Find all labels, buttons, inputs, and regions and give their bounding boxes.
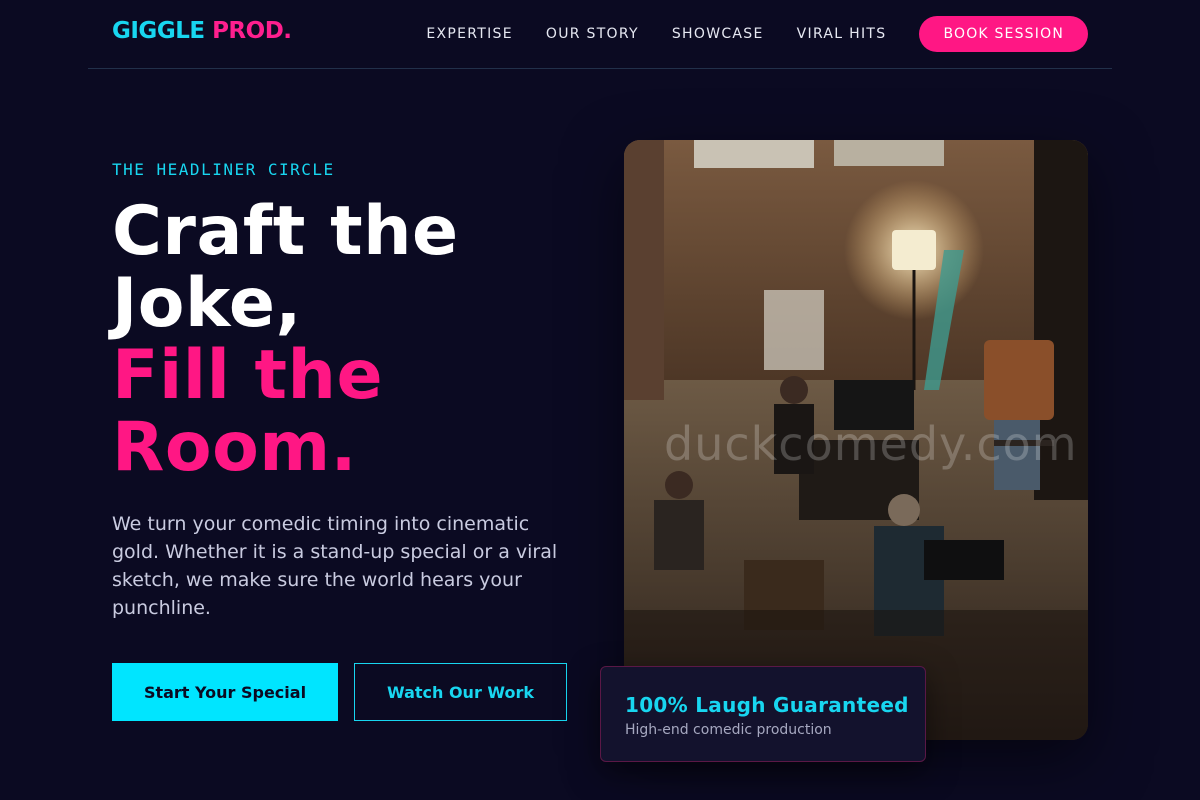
- start-your-special-button[interactable]: Start Your Special: [112, 663, 338, 721]
- film-set-illustration: duckcomedy.com: [624, 140, 1088, 740]
- nav-link-showcase[interactable]: SHOWCASE: [672, 17, 764, 51]
- nav-link-expertise[interactable]: EXPERTISE: [426, 17, 513, 51]
- hero-headline: Craft the Joke, Fill the Room.: [112, 196, 459, 484]
- image-watermark: duckcomedy.com: [664, 417, 1078, 471]
- hero-photo-film-set: duckcomedy.com: [624, 140, 1088, 740]
- nav-link-our-story[interactable]: OUR STORY: [546, 17, 639, 51]
- headline-line-3: Fill the: [112, 336, 384, 415]
- brand-name-part1: GIGGLE: [112, 18, 205, 44]
- book-session-button[interactable]: BOOK SESSION: [919, 16, 1088, 52]
- headline-line-4: Room.: [112, 408, 357, 487]
- nav-menu: EXPERTISE OUR STORY SHOWCASE VIRAL HITS …: [393, 16, 1088, 52]
- headline-line-1: Craft the: [112, 192, 459, 271]
- top-navigation: GIGGLE PROD. EXPERTISE OUR STORY SHOWCAS…: [88, 0, 1112, 69]
- guarantee-subtitle: High-end comedic production: [625, 722, 832, 738]
- guarantee-card: 100% Laugh Guaranteed High-end comedic p…: [600, 666, 926, 762]
- hero-description: We turn your comedic timing into cinemat…: [112, 513, 558, 619]
- nav-link-viral-hits[interactable]: VIRAL HITS: [797, 17, 887, 51]
- brand-name-part2: PROD.: [212, 18, 292, 44]
- hero-eyebrow: THE HEADLINER CIRCLE: [112, 160, 335, 179]
- watch-our-work-button[interactable]: Watch Our Work: [354, 663, 567, 721]
- headline-line-2: Joke,: [112, 264, 302, 343]
- guarantee-title: 100% Laugh Guaranteed: [625, 693, 909, 717]
- brand-logo[interactable]: GIGGLE PROD.: [112, 18, 292, 44]
